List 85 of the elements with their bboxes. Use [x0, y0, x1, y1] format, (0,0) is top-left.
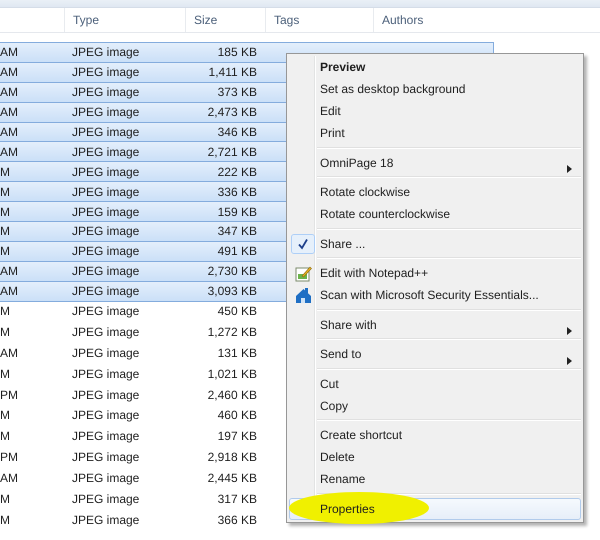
menu-item[interactable]: Rename	[289, 468, 581, 490]
table-cell-text: JPEG image	[71, 44, 140, 62]
table-cell-text: JPEG image	[71, 144, 140, 161]
table-cell-text: AM	[0, 64, 19, 82]
table-cell-text: AM	[0, 470, 19, 488]
table-cell-text: AM	[0, 124, 19, 141]
table-cell-text: JPEG image	[71, 407, 140, 424]
table-cell-text: 460 KB	[216, 407, 257, 424]
table-cell-text: 2,730 KB	[206, 263, 257, 280]
table-cell-text: 159 KB	[216, 204, 257, 221]
table-cell-text: JPEG image	[71, 428, 140, 446]
table-cell-text: JPEG image	[71, 283, 140, 300]
table-cell-text: 317 KB	[216, 491, 257, 508]
column-header[interactable]: Type	[64, 8, 185, 32]
table-cell-text: 197 KB	[216, 428, 257, 446]
table-cell-text: 1,411 KB	[208, 64, 257, 82]
table-cell-text: JPEG image	[71, 470, 140, 488]
table-cell-text: JPEG image	[71, 303, 140, 320]
table-cell-text: M	[0, 303, 11, 320]
table-cell-text: JPEG image	[71, 449, 140, 466]
table-cell-text: 450 KB	[216, 303, 257, 320]
table-cell-text: M	[0, 491, 11, 508]
table-cell-text: PM	[0, 449, 19, 466]
house-icon	[294, 286, 312, 304]
table-cell-text: AM	[0, 84, 19, 102]
table-cell-text: 373 KB	[216, 84, 257, 102]
table-cell-text: JPEG image	[71, 491, 140, 508]
table-cell-text: M	[0, 512, 11, 529]
table-cell-text: AM	[0, 44, 19, 62]
table-cell-text: JPEG image	[71, 84, 140, 102]
menu-item[interactable]: Share with	[289, 314, 581, 336]
table-cell-text: M	[0, 243, 11, 260]
table-cell-text: JPEG image	[71, 366, 140, 383]
table-cell-text: M	[0, 407, 11, 424]
table-cell-text: 2,445 KB	[206, 470, 257, 488]
table-cell-text: JPEG image	[71, 124, 140, 141]
table-cell-text: 366 KB	[216, 512, 257, 529]
table-cell-text: JPEG image	[71, 386, 140, 404]
column-header[interactable]: Authors	[373, 8, 600, 32]
table-cell-text: M	[0, 428, 11, 446]
table-cell-text: 346 KB	[216, 124, 257, 141]
table-cell-text: 2,473 KB	[206, 104, 257, 122]
column-header[interactable]: Tags	[265, 8, 373, 32]
menu-item[interactable]: Copy	[289, 394, 581, 416]
table-cell-text: JPEG image	[71, 344, 140, 362]
table-cell-text: M	[0, 366, 11, 383]
table-cell-text: 1,021 KB	[206, 366, 257, 383]
table-cell-text: 1,272 KB	[206, 324, 257, 341]
table-cell-text: 131 KB	[216, 344, 257, 362]
table-cell-text: M	[0, 204, 11, 221]
table-cell-text: 347 KB	[216, 223, 257, 240]
table-cell-text: M	[0, 184, 11, 201]
table-cell-text: 491 KB	[216, 243, 257, 260]
table-cell-text: 2,918 KB	[206, 449, 257, 466]
menu-item[interactable]: Send to	[289, 343, 581, 365]
table-cell-text: AM	[0, 104, 19, 122]
table-cell-text: JPEG image	[71, 263, 140, 280]
table-cell-text: AM	[0, 344, 19, 362]
column-header[interactable]: Size	[185, 8, 265, 32]
table-cell-text: M	[0, 223, 11, 240]
table-cell-text: JPEG image	[71, 104, 140, 122]
table-cell-text: AM	[0, 263, 19, 280]
table-cell-text: 3,093 KB	[206, 283, 257, 300]
table-cell-text: JPEG image	[71, 64, 140, 82]
menu-item[interactable]: Create shortcut	[289, 424, 581, 446]
table-cell-text: 2,721 KB	[206, 144, 257, 161]
table-cell-text: JPEG image	[71, 204, 140, 221]
table-cell-text: 185 KB	[216, 44, 257, 62]
table-cell-text: 222 KB	[216, 164, 257, 181]
table-cell-text: JPEG image	[71, 512, 140, 529]
menu-item[interactable]: Delete	[289, 446, 581, 468]
table-cell-text: JPEG image	[71, 164, 140, 181]
table-cell-text: AM	[0, 144, 19, 161]
table-cell-text: JPEG image	[71, 184, 140, 201]
table-cell-text: JPEG image	[71, 223, 140, 240]
table-cell-text: AM	[0, 283, 19, 300]
notepad-icon	[294, 264, 312, 282]
table-cell-text: JPEG image	[71, 243, 140, 260]
table-cell-text: M	[0, 324, 11, 341]
table-cell-text: JPEG image	[71, 324, 140, 341]
table-cell-text: M	[0, 164, 11, 181]
table-cell-text: 2,460 KB	[206, 386, 257, 404]
table-cell-text: 336 KB	[216, 184, 257, 201]
table-cell-text: PM	[0, 386, 19, 404]
menu-item[interactable]: Cut	[289, 372, 581, 394]
